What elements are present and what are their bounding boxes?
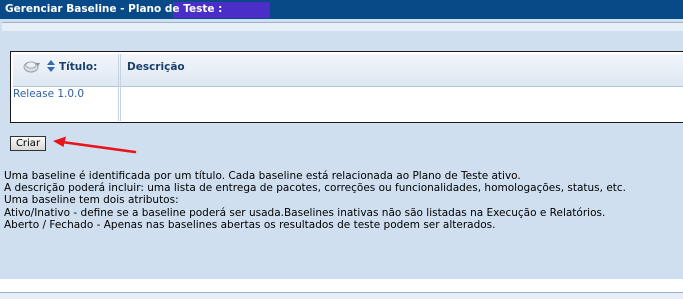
top-divider — [2, 22, 683, 31]
column-header-title[interactable]: Título: — [59, 61, 97, 73]
help-line: A descrição poderá incluir: uma lista de… — [4, 182, 627, 195]
help-line: Ativo/Inativo - define se a baseline pod… — [4, 206, 606, 219]
create-button[interactable]: Criar — [10, 136, 46, 151]
column-divider — [118, 54, 119, 121]
table-header: Título: Descrição — [13, 54, 683, 87]
window-titlebar: Gerenciar Baseline - Plano de Teste : — [0, 0, 683, 19]
main-panel: Título: Descrição Release 1.0.0 Criar Um… — [0, 19, 683, 299]
help-line: Uma baseline é identificada por um títul… — [4, 170, 521, 182]
column-divider — [120, 54, 121, 121]
bottom-divider — [0, 292, 683, 299]
baseline-table: Título: Descrição Release 1.0.0 — [10, 51, 683, 123]
column-header-description[interactable]: Descrição — [127, 61, 185, 73]
red-arrow-icon — [53, 136, 137, 154]
sort-arrows-icon[interactable] — [47, 60, 55, 72]
baseline-row-link[interactable]: Release 1.0.0 — [13, 88, 84, 100]
columns-icon[interactable] — [23, 59, 41, 73]
page-title: Gerenciar Baseline - Plano de Teste : — [5, 3, 223, 15]
help-line: Aberto / Fechado - Apenas nas baselines … — [4, 218, 496, 231]
help-text: Uma baseline é identificada por um títul… — [4, 170, 626, 231]
help-line: Uma baseline tem dois atributos: — [4, 194, 179, 207]
